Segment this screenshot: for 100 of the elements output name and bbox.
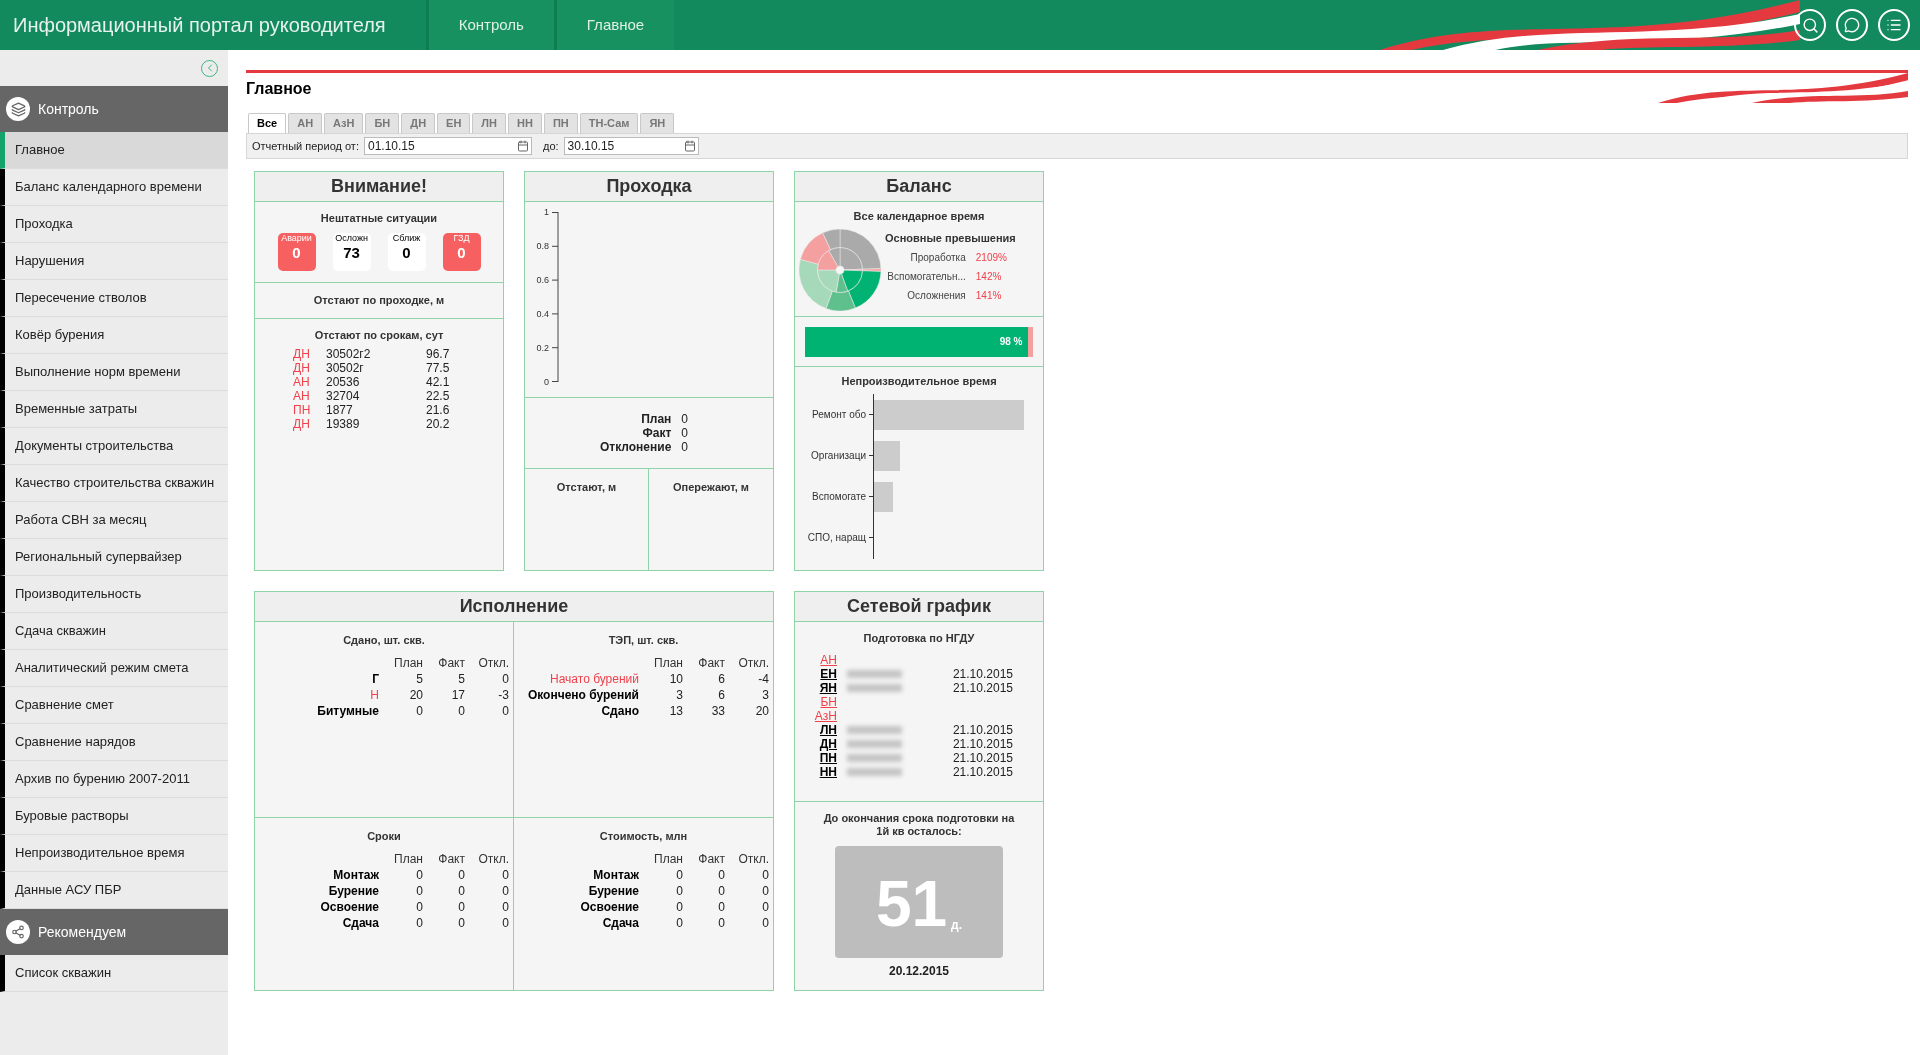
sidebar-item[interactable]: Проходка xyxy=(0,206,228,243)
sidebar-section-header[interactable]: Рекомендуем xyxy=(0,909,228,955)
table-cell-text: 0 xyxy=(501,866,509,883)
list-icon xyxy=(1886,17,1902,33)
panel-title: Внимание! xyxy=(255,172,503,202)
sidebar-item[interactable]: Временные затраты xyxy=(0,391,228,428)
column-header: Факт xyxy=(437,654,465,671)
section-title: Отстают, м xyxy=(556,480,617,495)
date-field[interactable]: 30.10.15 xyxy=(563,137,699,155)
calendar-icon[interactable] xyxy=(683,140,696,152)
sidebar-item[interactable]: Аналитический режим смета xyxy=(0,650,228,687)
lag-days: 22.5 xyxy=(426,388,465,403)
table-cell-text: 0 xyxy=(415,898,423,915)
section-title: Сдано, шт. скв. xyxy=(343,633,425,648)
table-cell-text: 3 xyxy=(675,686,683,703)
sidebar-item[interactable]: Сдача скважин xyxy=(0,613,228,650)
unit-link[interactable]: ДН xyxy=(819,736,837,751)
portal-title: Информационный портал руководителя xyxy=(12,13,387,38)
sidebar-section-header[interactable]: Контроль xyxy=(0,86,228,132)
sidebar-item[interactable]: Список скважин xyxy=(0,955,228,992)
sidebar-item[interactable]: Главное xyxy=(0,132,228,169)
table-cell-text: 0 xyxy=(501,702,509,719)
excess-label: Вспомогательн... xyxy=(887,269,966,284)
sidebar-item[interactable]: Буровые растворы xyxy=(0,798,228,835)
sidebar-item[interactable]: Выполнение норм времени xyxy=(0,354,228,391)
section-title: Подготовка по НГДУ xyxy=(863,631,975,646)
sidebar-item[interactable]: Данные АСУ ПБР xyxy=(0,872,228,909)
panel-title: Сетевой график xyxy=(795,592,1043,622)
sidebar-item[interactable]: Архив по бурению 2007-2011 xyxy=(0,761,228,798)
days-count: 51 xyxy=(875,874,948,934)
sidebar-item[interactable]: Документы строительства xyxy=(0,428,228,465)
date-field[interactable]: 01.10.15 xyxy=(363,137,532,155)
stat-value: 0 xyxy=(681,440,689,454)
sidebar-item[interactable]: Сравнение смет xyxy=(0,687,228,724)
table-cell-text: 6 xyxy=(717,686,725,703)
sidebar-item[interactable]: Производительность xyxy=(0,576,228,613)
unit-link[interactable]: АН xyxy=(820,652,837,667)
well-number: 19389 xyxy=(326,416,361,431)
unit-link[interactable]: ЕН xyxy=(820,666,837,681)
table-cell-text: 5 xyxy=(457,670,465,687)
counter-label: Сближ xyxy=(392,232,421,244)
unit-code: ПН xyxy=(293,402,312,417)
sidebar-item[interactable]: Региональный супервайзер xyxy=(0,539,228,576)
unit-code: АН xyxy=(293,388,311,403)
counter-label: Осложн xyxy=(335,232,368,244)
row-label: Сдано xyxy=(601,702,639,719)
table-cell-text: 6 xyxy=(717,670,725,687)
unit-code: ДН xyxy=(293,360,311,375)
table-cell-text: 3 xyxy=(761,686,769,703)
menu-button[interactable] xyxy=(1878,9,1910,41)
counter-value: 73 xyxy=(343,243,360,262)
tab[interactable]: Все xyxy=(248,113,287,133)
well-number: 32704 xyxy=(326,388,361,403)
table-cell-text: 0 xyxy=(457,882,465,899)
table-cell-text: 0 xyxy=(675,866,683,883)
date-text: 21.10.2015 xyxy=(952,736,1013,751)
unit-link[interactable]: ЯН xyxy=(819,680,837,695)
sidebar-item[interactable]: Качество строительства скважин xyxy=(0,465,228,502)
stat-label: Отклонение xyxy=(599,440,672,454)
lag-days: 96.7 xyxy=(426,346,465,361)
sidebar-item[interactable]: Работа СВН за месяц xyxy=(0,502,228,539)
sidebar-item[interactable]: Непроизводительное время xyxy=(0,835,228,872)
tab[interactable]: ТН-Сам xyxy=(579,113,639,133)
calendar-icon[interactable] xyxy=(516,140,529,152)
row-label: Битумные xyxy=(317,702,379,719)
row-label: Освоение xyxy=(580,898,639,915)
chat-button[interactable] xyxy=(1836,9,1868,41)
table-cell-text: 0 xyxy=(717,882,725,899)
row-label: Начато бурений xyxy=(550,670,639,687)
table-cell-text: 0 xyxy=(717,866,725,883)
row-label: Монтаж xyxy=(593,866,639,883)
unit-link[interactable]: АзН xyxy=(814,708,837,723)
column-header: План xyxy=(653,654,683,671)
table-cell-text: 0 xyxy=(415,914,423,931)
sidebar-item[interactable]: Ковёр бурения xyxy=(0,317,228,354)
section-title: Отстают по проходке, м xyxy=(313,293,445,309)
unit-code: АН xyxy=(293,374,311,389)
tab[interactable]: АзН xyxy=(324,113,364,133)
stat-label: План xyxy=(640,412,672,426)
unit-link[interactable]: НН xyxy=(819,764,837,779)
well-number: 20536 xyxy=(326,374,361,389)
tick-label: 0.2 xyxy=(536,343,549,353)
section-title: Отстают по срокам, сут xyxy=(314,328,444,343)
table-cell-text: 0 xyxy=(457,914,465,931)
lag-days: 77.5 xyxy=(426,360,465,375)
row-label: Бурение xyxy=(328,882,379,899)
search-button[interactable] xyxy=(1794,9,1826,41)
unit-link[interactable]: ПН xyxy=(819,750,837,765)
panel-title: Проходка xyxy=(525,172,773,202)
sidebar-item[interactable]: Пересечение стволов xyxy=(0,280,228,317)
column-header: План xyxy=(393,850,423,867)
sidebar-item[interactable]: Нарушения xyxy=(0,243,228,280)
row-label: Монтаж xyxy=(333,866,379,883)
sidebar-item[interactable]: Сравнение нарядов xyxy=(0,724,228,761)
table-cell-text: 20 xyxy=(408,686,423,703)
table-cell-text: 0 xyxy=(501,670,509,687)
sidebar-item[interactable]: Баланс календарного времени xyxy=(0,169,228,206)
unit-link[interactable]: ЛН xyxy=(819,722,837,737)
section-title: Нештатные ситуации xyxy=(320,211,438,226)
tick-label: 0 xyxy=(544,377,549,387)
